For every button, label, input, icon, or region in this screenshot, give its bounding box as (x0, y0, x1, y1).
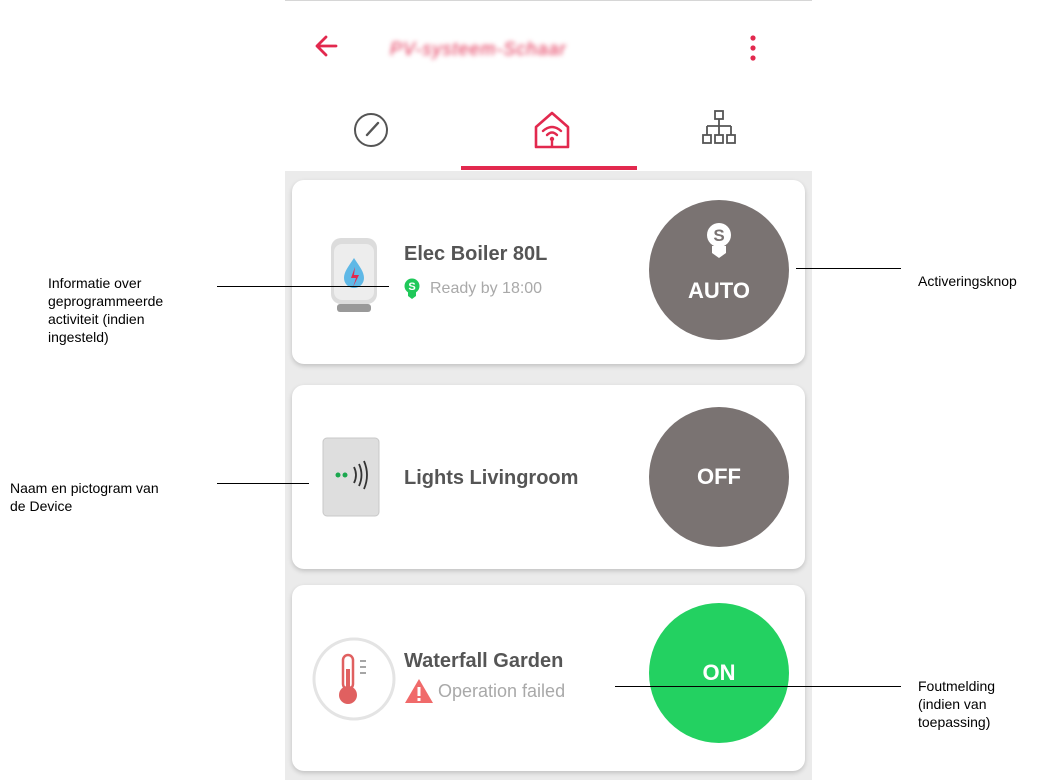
annotation-scheduled-info: Informatie over geprogrammeerde activite… (48, 275, 164, 345)
error-message: Operation failed (404, 677, 565, 705)
annotation-line-error (615, 686, 901, 687)
svg-text:S: S (408, 281, 415, 293)
phone-screen: PV-systeem-Schaar Elec Boiler 80L S Read… (285, 0, 812, 780)
device-card-boiler[interactable]: Elec Boiler 80L S Ready by 18:00 S AUTO (292, 180, 805, 364)
schedule-bulb-icon: S (404, 278, 420, 299)
svg-text:S: S (713, 226, 724, 245)
auto-button-label: AUTO (688, 278, 750, 303)
warning-triangle-icon (405, 679, 433, 703)
on-button[interactable]: ON (649, 603, 789, 743)
boiler-icon (331, 238, 377, 312)
app-header: PV-systeem-Schaar (285, 0, 812, 171)
page-title: PV-systeem-Schaar (390, 39, 567, 59)
device-card-lights[interactable]: Lights Livingroom OFF (292, 385, 805, 569)
annotation-line-activation (796, 268, 901, 269)
annotation-line-scheduled (217, 286, 389, 287)
off-button[interactable]: OFF (649, 407, 789, 547)
auto-button[interactable]: S AUTO (649, 200, 789, 340)
device-name: Waterfall Garden (404, 650, 564, 672)
tab-home-wifi-icon[interactable] (522, 105, 582, 155)
bulb-schedule-icon: S (707, 223, 731, 258)
thermometer-icon (312, 637, 396, 721)
schedule-status-text: Ready by 18:00 (430, 280, 543, 297)
active-tab-indicator (461, 166, 637, 170)
smart-plug-icon (322, 437, 380, 517)
back-arrow-icon[interactable] (312, 31, 342, 61)
device-name: Elec Boiler 80L (404, 243, 548, 265)
error-text: Operation failed (438, 680, 566, 701)
annotation-error-message: Foutmelding (indien van toepassing) (918, 678, 996, 730)
device-name: Lights Livingroom (404, 467, 579, 489)
annotation-activation-button: Activeringsknop (918, 273, 1017, 289)
annotation-device-name-icon: Naam en pictogram van de Device (10, 480, 159, 514)
more-vertical-icon[interactable] (745, 33, 761, 63)
tab-dashboard-gauge-icon[interactable] (341, 105, 401, 155)
tab-network-tree-icon[interactable] (689, 105, 749, 155)
device-card-waterfall[interactable]: Waterfall Garden Operation failed ON (292, 585, 805, 771)
annotation-line-device (217, 483, 309, 484)
schedule-info: S Ready by 18:00 (404, 278, 542, 300)
